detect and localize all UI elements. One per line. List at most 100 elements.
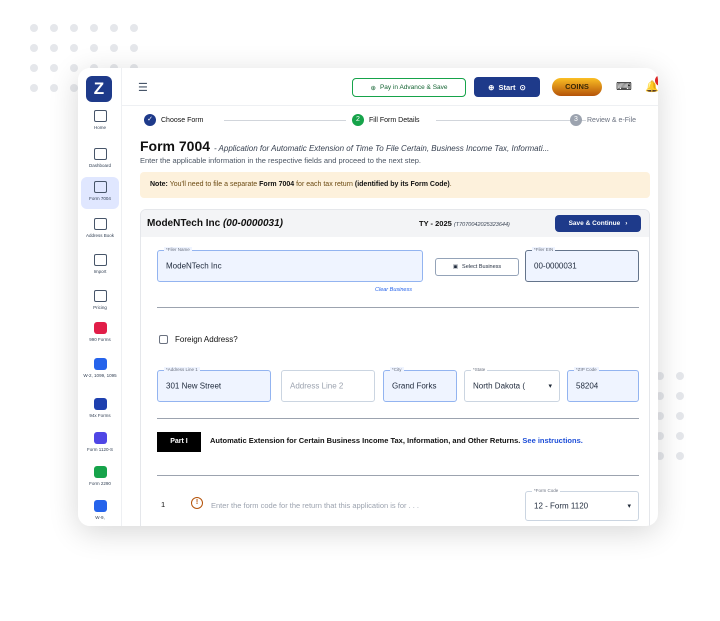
dot xyxy=(50,24,58,32)
sidebar-item-form-7004[interactable]: Form 7004 xyxy=(81,177,119,209)
part-heading: Automatic Extension for Certain Business… xyxy=(210,435,630,446)
dot xyxy=(70,44,78,52)
people-icon xyxy=(93,398,107,410)
dot xyxy=(90,24,98,32)
dot xyxy=(30,64,38,72)
dot xyxy=(30,84,38,92)
city-field[interactable]: *City Grand Forks xyxy=(383,367,457,402)
business-ein: (00-0000031) xyxy=(222,218,283,229)
field-label: *City xyxy=(390,367,404,372)
pricing-icon xyxy=(93,290,107,302)
note-form-code: (identified by its Form Code) xyxy=(354,181,450,188)
save-continue-button[interactable]: Save & Continue › xyxy=(555,215,641,232)
sidebar-item-label: Form 1120-S xyxy=(87,447,113,452)
chevron-circle-icon: ⊙ xyxy=(519,82,526,92)
field-value: North Dakota ( xyxy=(473,381,526,391)
page-subtitle: Enter the applicable information in the … xyxy=(140,156,422,165)
hamburger-icon[interactable]: ☰ xyxy=(138,81,148,94)
sidebar-item-dashboard[interactable]: Dashboard xyxy=(78,148,122,169)
field-label: *ZIP Code xyxy=(574,367,599,372)
field-value: 00-0000031 xyxy=(534,261,577,271)
dot xyxy=(676,432,684,440)
w9-icon xyxy=(93,500,107,512)
sidebar-item-form-2290[interactable]: Form 2290 xyxy=(78,466,122,487)
form-title: Form 7004 xyxy=(140,138,211,154)
step-fill-form[interactable]: 2 Fill Form Details xyxy=(352,114,420,126)
address-book-icon xyxy=(93,218,107,230)
sidebar-item-w-2-1099-1095[interactable]: W-2, 1099, 1095 xyxy=(78,358,122,379)
coins-button[interactable]: COINS xyxy=(552,78,602,96)
line-number: 1 xyxy=(161,500,166,509)
foreign-address-checkbox[interactable]: Foreign Address? xyxy=(159,335,238,344)
business-name-text: ModeNTech Inc xyxy=(147,218,221,229)
info-icon[interactable]: ! xyxy=(191,497,203,509)
dot xyxy=(30,44,38,52)
panel-header: ModeNTech Inc (00-0000031) TY - 2025 (T7… xyxy=(141,210,649,237)
pay-in-advance-button[interactable]: ⊕ Pay in Advance & Save xyxy=(352,78,466,97)
caret-down-icon: ▾ xyxy=(548,383,552,390)
tax-year: TY - 2025 (T7070042025323644) xyxy=(419,219,510,228)
filer-name-field[interactable]: *Filer Name ModeNTech Inc xyxy=(157,247,423,282)
chevron-right-icon: › xyxy=(625,220,628,227)
field-label: *Filer EIN xyxy=(532,247,556,252)
form-code-select[interactable]: *Form Code 12 - Form 1120 ▾ xyxy=(525,488,639,521)
building-icon: ▣ xyxy=(452,264,459,270)
save-continue-label: Save & Continue xyxy=(568,220,621,227)
sidebar-item-94x-forms[interactable]: 94x Forms xyxy=(78,398,122,419)
sidebar-item-import[interactable]: Import xyxy=(78,254,122,275)
step-choose-form[interactable]: ✓ Choose Form xyxy=(144,114,203,126)
app-logo[interactable]: Z xyxy=(86,76,112,102)
sidebar-item-label: Form 7004 xyxy=(89,196,111,201)
note-banner: Note: You'll need to file a separate For… xyxy=(140,172,650,198)
filer-ein-field[interactable]: *Filer EIN 00-0000031 xyxy=(525,247,639,282)
note-text: You'll need to file a separate xyxy=(167,181,260,188)
sidebar-item-label: 990 Forms xyxy=(89,337,111,342)
sidebar: Z Home Dashboard Form 7004 Address Book Impo… xyxy=(78,68,122,526)
state-select[interactable]: *State North Dakota (▾ xyxy=(464,367,560,402)
dot xyxy=(90,44,98,52)
dot xyxy=(130,24,138,32)
zip-field[interactable]: *ZIP Code 58204 xyxy=(567,367,639,402)
caret-down-icon: ▾ xyxy=(627,503,631,510)
sidebar-item-pricing[interactable]: Pricing xyxy=(78,290,122,311)
sidebar-item-w-9[interactable]: W-9, xyxy=(78,500,122,521)
select-business-button[interactable]: ▣ Select Business xyxy=(435,258,519,276)
sidebar-item-form-1120-s[interactable]: Form 1120-S xyxy=(78,432,122,453)
field-label: *Form Code xyxy=(532,488,561,493)
checkbox-box[interactable] xyxy=(159,335,168,344)
sidebar-item-label: Address Book xyxy=(85,233,114,238)
address-line1-field[interactable]: *Address Line 1 301 New Street xyxy=(157,367,271,402)
sidebar-item-address-book[interactable]: Address Book xyxy=(78,218,122,239)
sidebar-item-label: Dashboard xyxy=(88,163,111,168)
clear-business-link[interactable]: Clear Business xyxy=(375,287,412,293)
step-label: Fill Form Details xyxy=(369,116,420,124)
sidebar-item-990-forms[interactable]: 990 Forms xyxy=(78,322,122,343)
address-line2-field[interactable]: Address Line 2 xyxy=(281,370,375,402)
step-number: 2 xyxy=(352,114,364,126)
building-icon xyxy=(93,432,107,444)
pay-in-advance-label: Pay in Advance & Save xyxy=(379,84,448,91)
start-button[interactable]: ⊕ Start ⊙ xyxy=(474,77,540,97)
step-review[interactable]: 3 Review & e-File xyxy=(570,114,636,126)
dot xyxy=(70,84,78,92)
heart-icon xyxy=(93,322,107,334)
sidebar-item-home[interactable]: Home xyxy=(78,110,122,131)
field-value: Grand Forks xyxy=(392,381,437,391)
sidebar-item-label: W-2, 1099, 1095 xyxy=(83,373,117,378)
sidebar-item-label: Pricing xyxy=(93,305,107,310)
part-tag: Part I xyxy=(157,432,201,452)
dot xyxy=(70,64,78,72)
dot xyxy=(110,24,118,32)
step-connector xyxy=(224,120,346,121)
keyboard-icon[interactable]: ⌨ xyxy=(616,80,632,93)
field-label: *Filer Name xyxy=(164,247,192,252)
field-placeholder: Address Line 2 xyxy=(290,381,344,391)
import-icon xyxy=(93,254,107,266)
forms-icon xyxy=(93,358,107,370)
step-label: Review & e-File xyxy=(587,116,637,124)
note-text: . xyxy=(449,181,452,188)
dashboard-icon xyxy=(93,148,107,160)
submission-id: (T7070042025323644) xyxy=(453,222,510,228)
start-label: Start xyxy=(498,82,516,92)
instructions-link[interactable]: See instructions. xyxy=(522,436,582,445)
